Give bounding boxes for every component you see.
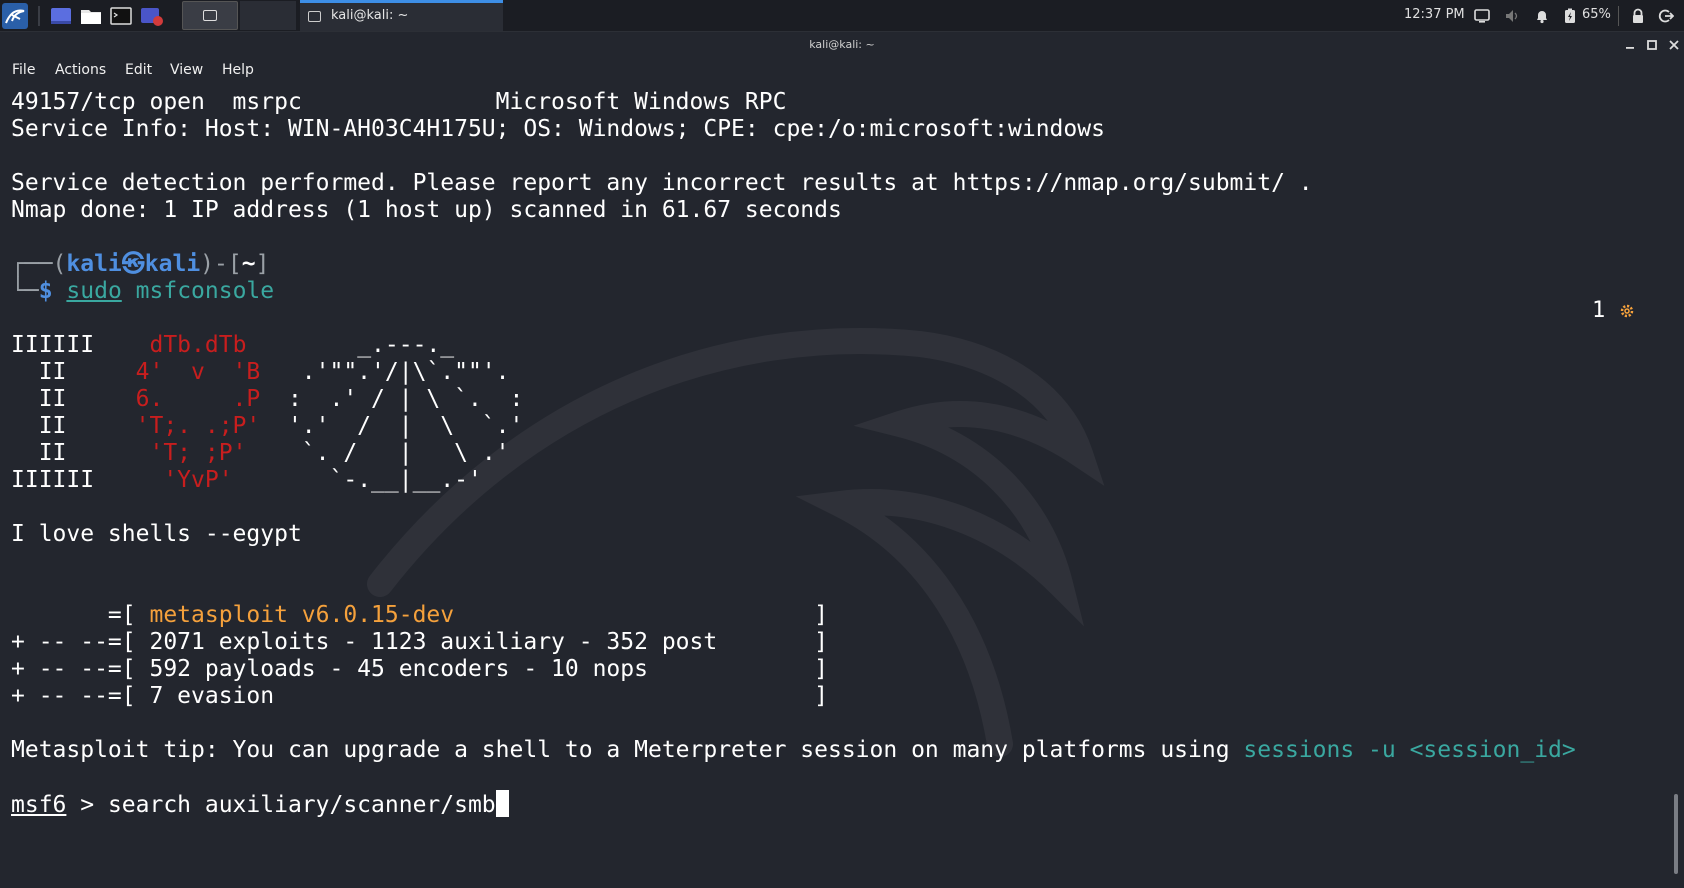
workspace-2-button[interactable] <box>240 1 296 30</box>
banner-quote: I love shells --egypt <box>11 521 302 547</box>
prompt-dir: ~ <box>241 251 256 277</box>
minimize-icon[interactable] <box>1622 37 1638 53</box>
terminal-output[interactable]: 49157/tcp open msrpc Microsoft Windows R… <box>0 84 1684 888</box>
cmd-msfconsole: msfconsole <box>135 278 275 304</box>
terminal-launcher-icon[interactable] <box>110 5 132 27</box>
prompt-user: kali <box>66 251 122 277</box>
window-preview-icon <box>203 10 217 21</box>
terminal-line: Service Info: Host: WIN-AH03C4H175U; OS:… <box>11 116 1105 142</box>
panel-separator <box>38 6 40 26</box>
msf-version-line: =[ metasploit v6.0.15-dev ] <box>11 602 828 628</box>
msf-stats-line: + -- --=[ 7 evasion ] <box>11 683 828 709</box>
terminal-line: 49157/tcp open msrpc Microsoft Windows R… <box>11 89 787 115</box>
lock-screen-icon[interactable] <box>1630 8 1646 24</box>
logout-icon[interactable] <box>1658 8 1674 24</box>
background-jobs-count: 1 <box>1592 298 1606 323</box>
cmd-sudo: sudo <box>66 278 122 304</box>
workspace-1-button[interactable] <box>182 1 238 30</box>
clock[interactable]: 12:37 PM <box>1404 7 1465 22</box>
tip-command: sessions -u <session_id> <box>1243 737 1576 763</box>
terminal-line: Nmap done: 1 IP address (1 host up) scan… <box>11 197 842 223</box>
prompt-host: kali <box>144 251 201 277</box>
banner-row: II 6. .P : .' / | \ `. : <box>11 386 524 412</box>
file-manager-icon[interactable] <box>80 5 102 27</box>
banner-row: IIIIII 'YvP' `-.__|__.-' <box>11 467 482 493</box>
window-titlebar[interactable]: kali@kali: ~ <box>0 33 1684 57</box>
notification-bell-icon[interactable] <box>1534 8 1550 24</box>
msf-stats-line: + -- --=[ 592 payloads - 45 encoders - 1… <box>11 656 828 682</box>
menu-file[interactable]: File <box>12 62 35 78</box>
gear-icon <box>1620 304 1634 318</box>
show-desktop-icon[interactable] <box>50 5 72 27</box>
metasploit-tip: Metasploit tip: You can upgrade a shell … <box>11 737 1576 763</box>
terminal-line: Service detection performed. Please repo… <box>11 170 1313 196</box>
close-icon[interactable] <box>1666 37 1682 53</box>
msf-prompt: msf6 <box>11 792 67 818</box>
taskbar-terminal-button[interactable]: kali@kali: ~ <box>300 0 503 31</box>
taskbar-terminal-label: kali@kali: ~ <box>331 8 409 23</box>
banner-row: II 'T; ;P' `. / | \ .' <box>11 440 510 466</box>
msf-stats-line: + -- --=[ 2071 exploits - 1123 auxiliary… <box>11 629 828 655</box>
terminal-window-icon <box>308 11 321 22</box>
battery-percentage: 65% <box>1582 7 1611 22</box>
menu-actions[interactable]: Actions <box>55 62 106 78</box>
maximize-icon[interactable] <box>1644 37 1660 53</box>
banner-row: II 'T;. .;P' '.' / | \ `.' <box>11 413 524 439</box>
browser-icon[interactable] <box>140 5 164 27</box>
volume-muted-icon[interactable] <box>1504 8 1520 24</box>
msf-version: metasploit v6.0.15-dev <box>149 602 455 628</box>
menu-view[interactable]: View <box>170 62 203 78</box>
menu-edit[interactable]: Edit <box>125 62 152 78</box>
scrollbar[interactable] <box>1674 794 1678 874</box>
banner-row: II 4' v 'B .'"".'/|\`.""'. <box>11 359 510 385</box>
msf-input-line[interactable]: msf6 > search auxiliary/scanner/smb <box>11 790 509 820</box>
banner-row: IIIIII dTb.dTb _.---._ <box>11 332 455 358</box>
menu-bar: File Actions Edit View Help <box>0 58 1684 84</box>
top-panel: kali@kali: ~ 12:37 PM 65% <box>0 0 1684 32</box>
kali-menu-icon[interactable] <box>2 3 28 29</box>
prompt-command-line: └─$ sudo msfconsole <box>11 278 275 304</box>
msf-command-input[interactable]: search auxiliary/scanner/smb <box>108 792 496 818</box>
menu-help[interactable]: Help <box>222 62 254 78</box>
display-icon[interactable] <box>1474 8 1490 24</box>
prompt-header: ┌──(kali㉿kali)-[~] <box>11 251 270 277</box>
battery-icon[interactable] <box>1562 8 1578 24</box>
window-title: kali@kali: ~ <box>809 38 875 51</box>
text-cursor <box>495 790 509 817</box>
tray-separator <box>1618 6 1619 26</box>
